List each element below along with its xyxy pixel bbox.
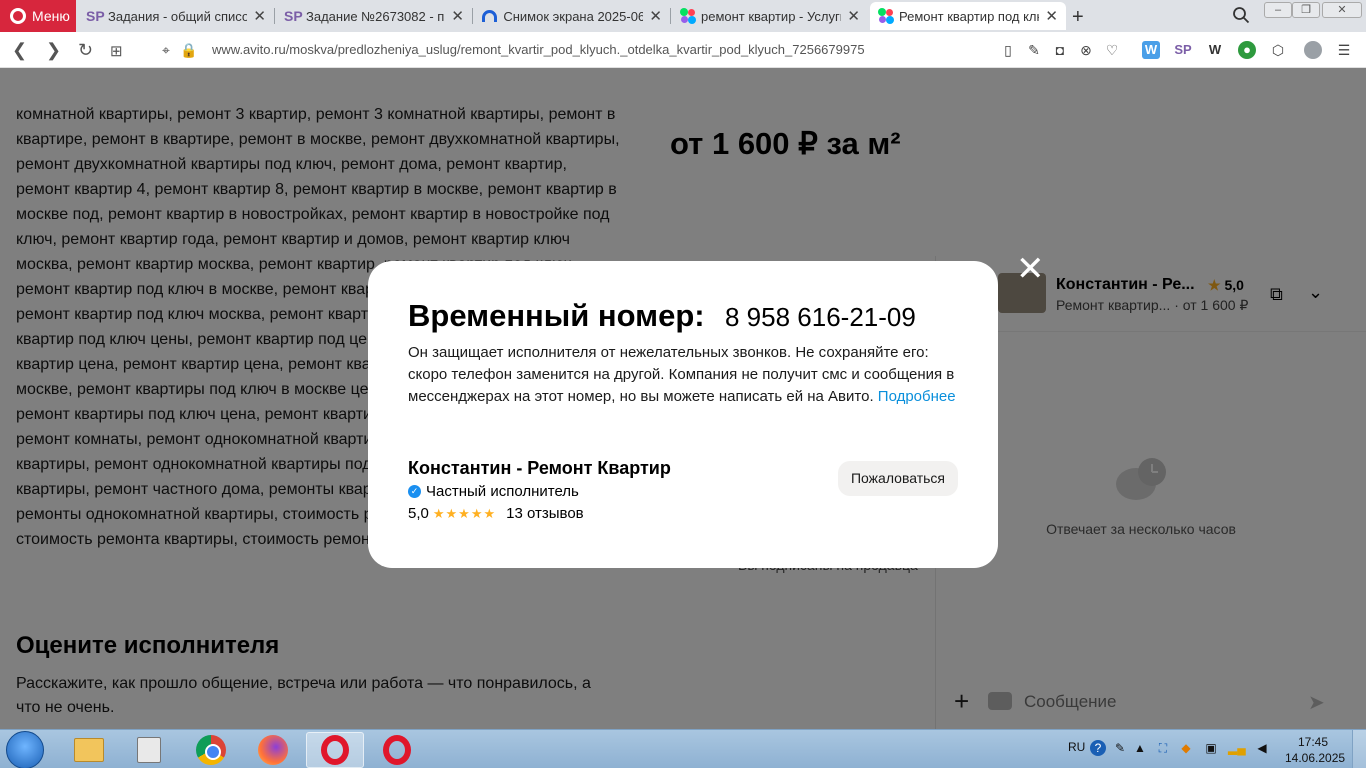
- reader-mode-icon[interactable]: ▯: [1000, 42, 1016, 58]
- clock-date[interactable]: 14.06.2025: [1285, 751, 1345, 765]
- extension-green-icon[interactable]: ●: [1238, 41, 1256, 59]
- tab-close-icon[interactable]: ✕: [1045, 7, 1058, 25]
- report-button[interactable]: Пожаловаться: [838, 461, 958, 496]
- extension-sp-icon[interactable]: SP: [1174, 41, 1192, 59]
- new-tab-plus-icon[interactable]: +: [1072, 6, 1084, 29]
- start-button[interactable]: [6, 731, 44, 768]
- profile-avatar-icon[interactable]: [1304, 41, 1322, 59]
- extension-w-icon[interactable]: W: [1206, 41, 1224, 59]
- verified-check-icon: ✓: [408, 485, 421, 498]
- opera-menu-button[interactable]: Меню: [0, 0, 76, 32]
- avito-favicon-icon: [878, 8, 894, 24]
- network-signal-icon[interactable]: ▂▄: [1228, 740, 1246, 756]
- minimize-icon[interactable]: –: [1264, 2, 1292, 18]
- menu-label: Меню: [32, 8, 70, 24]
- sp-favicon-icon: SP: [284, 8, 303, 24]
- extension-w-blue-icon[interactable]: W: [1142, 41, 1160, 59]
- rating-value: 5,0: [408, 505, 429, 522]
- sp-favicon-icon: SP: [86, 8, 105, 24]
- forward-icon[interactable]: ❯: [46, 40, 61, 61]
- screenshot-tool-icon[interactable]: ⛶: [1155, 740, 1171, 756]
- tray-pen-icon[interactable]: ✎: [1112, 740, 1128, 756]
- tab-close-icon[interactable]: ✕: [649, 7, 662, 25]
- tab-title: Задания - общий список з: [108, 8, 248, 24]
- location-pin-icon[interactable]: ⌖: [158, 42, 174, 58]
- page-content: комнатной квартиры, ремонт 3 квартир, ре…: [0, 68, 1366, 729]
- volume-icon[interactable]: ◀: [1254, 740, 1270, 756]
- taskbar-firefox[interactable]: [244, 732, 302, 768]
- tab-title: Ремонт квартир под ключ: [898, 8, 1040, 24]
- tab-4[interactable]: ремонт квартир - Услуги в ✕: [672, 2, 868, 30]
- taskbar-opera-2[interactable]: [368, 732, 426, 768]
- clock-time[interactable]: 17:45: [1298, 735, 1328, 749]
- tab-search-icon[interactable]: [1232, 6, 1250, 24]
- seller-name[interactable]: Константин - Ремонт Квартир: [408, 458, 671, 479]
- seller-type: ✓ Частный исполнитель: [408, 483, 579, 500]
- modal-description-text: Он защищает исполнителя от нежелательных…: [408, 344, 955, 405]
- taskbar-explorer[interactable]: [60, 732, 118, 768]
- modal-close-icon[interactable]: ✕: [1016, 252, 1045, 286]
- tray-device-icon[interactable]: ▣: [1203, 740, 1219, 756]
- folder-icon: [74, 738, 104, 762]
- temporary-number-modal: Временный номер: 8 958 616-21-09 Он защи…: [368, 261, 998, 568]
- modal-description: Он защищает исполнителя от нежелательных…: [408, 342, 968, 408]
- temporary-phone-number[interactable]: 8 958 616-21-09: [725, 302, 916, 333]
- url-field[interactable]: www.avito.ru/moskva/predlozheniya_uslug/…: [212, 42, 865, 57]
- tab-2[interactable]: SP Задание №2673082 - прос ✕: [276, 2, 472, 30]
- speed-dial-icon[interactable]: ⊞: [110, 42, 123, 60]
- chrome-icon: [196, 735, 226, 765]
- restore-icon[interactable]: ❐: [1292, 2, 1320, 18]
- media-player-icon: [137, 737, 161, 763]
- window-close-icon[interactable]: ✕: [1322, 2, 1362, 18]
- avito-favicon-icon: [680, 8, 696, 24]
- language-indicator[interactable]: RU: [1068, 740, 1085, 754]
- modal-title: Временный номер:: [408, 298, 705, 333]
- tab-close-icon[interactable]: ✕: [451, 7, 464, 25]
- back-icon[interactable]: ❮: [12, 40, 27, 61]
- adblock-icon[interactable]: ⊗: [1078, 42, 1094, 58]
- taskbar-media-player[interactable]: [120, 732, 178, 768]
- taskbar-chrome[interactable]: [182, 732, 240, 768]
- snapshot-favicon-icon: [482, 10, 498, 22]
- taskbar-opera-active[interactable]: [306, 732, 364, 768]
- address-bar: ❮ ❯ ↻ ⊞ ⌖ 🔒 www.avito.ru/moskva/predlozh…: [0, 32, 1366, 96]
- seller-type-label: Частный исполнитель: [426, 483, 579, 500]
- opera-icon: [383, 735, 411, 765]
- tab-close-icon[interactable]: ✕: [253, 7, 266, 25]
- tray-expand-icon[interactable]: ▲: [1132, 740, 1148, 756]
- opera-logo-icon: [10, 8, 26, 24]
- reviews-link[interactable]: 13 отзывов: [506, 505, 584, 522]
- lock-icon[interactable]: 🔒: [180, 42, 197, 58]
- tab-5-active[interactable]: Ремонт квартир под ключ ✕: [870, 2, 1066, 30]
- seller-rating: 5,0 ★★★★★ 13 отзывов: [408, 505, 584, 522]
- easy-setup-icon[interactable]: ☰: [1336, 42, 1352, 58]
- heart-icon[interactable]: ♡: [1104, 42, 1120, 58]
- windows-taskbar: RU ? ✎ ▲ ⛶ ◆ ▣ ▂▄ ◀ 17:45 14.06.2025: [0, 729, 1366, 768]
- edit-icon[interactable]: ✎: [1026, 42, 1042, 58]
- tab-title: Задание №2673082 - прос: [306, 8, 445, 24]
- opera-icon: [321, 735, 349, 765]
- snapshot-icon[interactable]: ◘: [1052, 42, 1068, 58]
- reload-icon[interactable]: ↻: [78, 40, 93, 61]
- more-info-link[interactable]: Подробнее: [878, 388, 956, 405]
- tab-1[interactable]: SP Задания - общий список з ✕: [78, 2, 274, 30]
- tray-app-icon[interactable]: ◆: [1178, 740, 1194, 756]
- show-desktop-button[interactable]: [1352, 730, 1366, 768]
- tab-title: ремонт квартир - Услуги в: [700, 8, 841, 24]
- tab-3[interactable]: Снимок экрана 2025-06-0 ✕: [474, 2, 670, 30]
- tab-title: Снимок экрана 2025-06-0: [503, 8, 644, 24]
- firefox-icon: [258, 735, 288, 765]
- tab-close-icon[interactable]: ✕: [847, 7, 860, 25]
- browser-tab-bar: Меню SP Задания - общий список з ✕ SP За…: [0, 0, 1366, 32]
- help-icon[interactable]: ?: [1090, 740, 1106, 756]
- rating-stars-icon: ★★★★★: [432, 505, 497, 521]
- extensions-cube-icon[interactable]: ⬡: [1270, 42, 1286, 58]
